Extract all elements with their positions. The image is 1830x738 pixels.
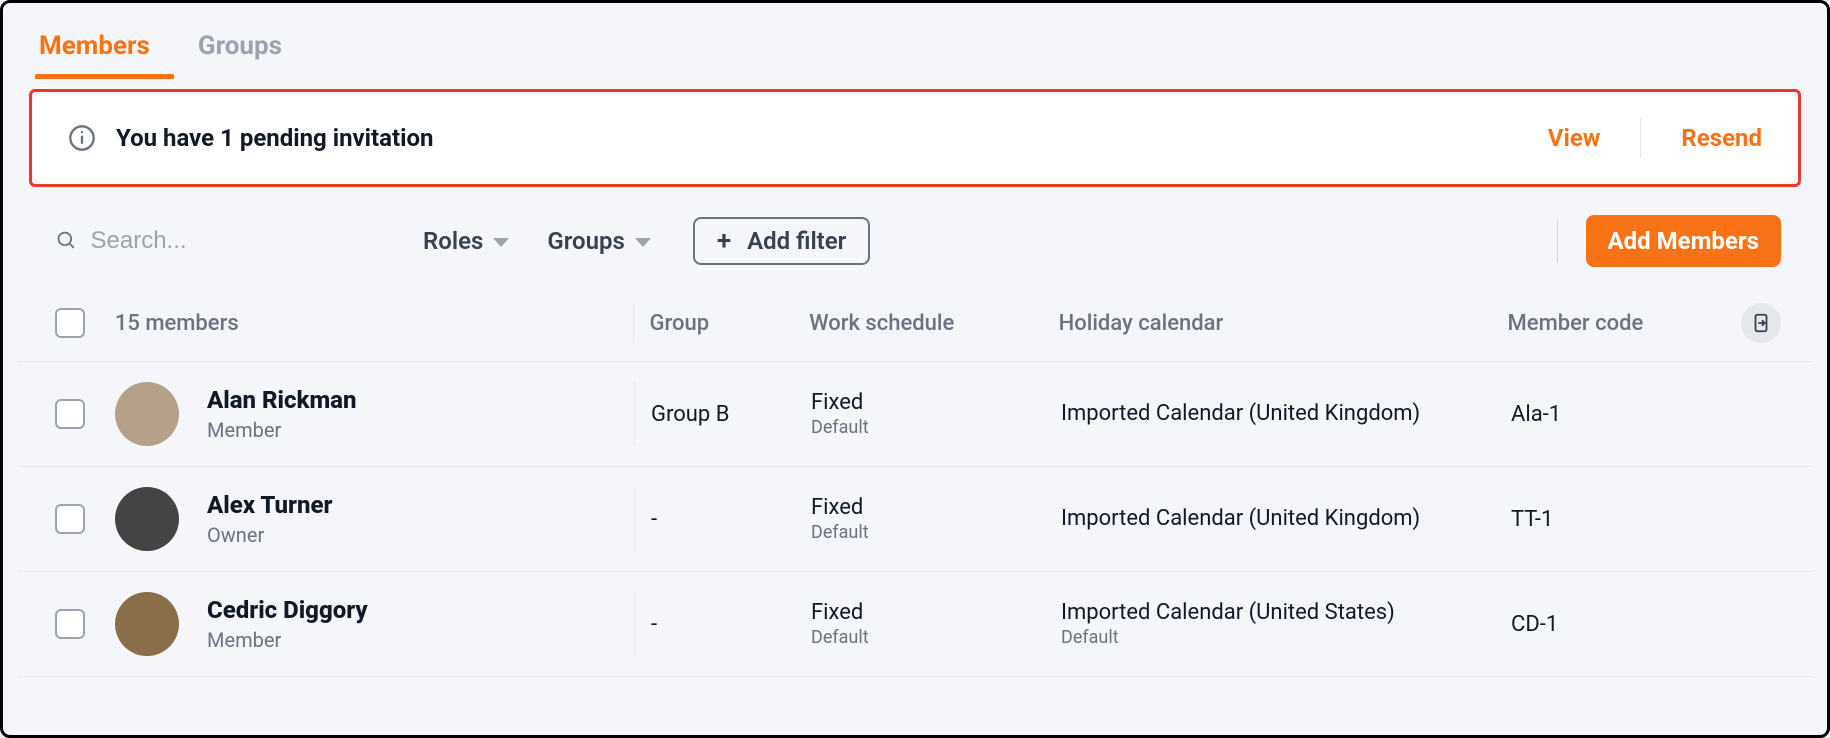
member-count-label: 15 members <box>115 311 239 336</box>
work-schedule-sub: Default <box>811 522 1029 543</box>
work-schedule-sub: Default <box>811 417 1029 438</box>
roles-filter-label: Roles <box>423 227 483 255</box>
table-header: 15 members Group Work schedule Holiday c… <box>19 285 1811 362</box>
table-row[interactable]: Alex Turner Owner - Fixed Default Import… <box>19 467 1811 572</box>
search-container <box>55 227 395 255</box>
avatar <box>115 592 179 656</box>
add-filter-button[interactable]: + Add filter <box>693 217 870 265</box>
groups-filter-label: Groups <box>547 227 624 255</box>
column-header-code: Member code <box>1492 311 1741 336</box>
member-role: Owner <box>207 523 332 547</box>
divider <box>1640 118 1641 158</box>
member-role: Member <box>207 418 356 442</box>
work-schedule-sub: Default <box>811 627 1029 648</box>
member-name: Cedric Diggory <box>207 596 368 624</box>
tab-members[interactable]: Members <box>39 31 150 79</box>
export-button[interactable] <box>1741 303 1781 343</box>
search-input[interactable] <box>91 227 396 255</box>
member-code: CD-1 <box>1511 612 1729 637</box>
resend-invitations-link[interactable]: Resend <box>1681 124 1762 152</box>
work-schedule: Fixed <box>811 495 1029 520</box>
column-header-holiday: Holiday calendar <box>1043 311 1492 336</box>
member-role: Member <box>207 628 368 652</box>
tab-groups[interactable]: Groups <box>198 31 282 79</box>
member-code: Ala-1 <box>1511 402 1729 427</box>
member-group: - <box>651 507 779 532</box>
roles-filter-dropdown[interactable]: Roles <box>413 227 519 255</box>
member-code: TT-1 <box>1511 507 1729 532</box>
member-group: Group B <box>651 402 779 427</box>
member-group: - <box>651 612 779 637</box>
search-icon <box>55 229 77 253</box>
table-row[interactable]: Cedric Diggory Member - Fixed Default Im… <box>19 572 1811 677</box>
row-checkbox[interactable] <box>55 399 85 429</box>
select-all-checkbox[interactable] <box>55 308 85 338</box>
plus-icon: + <box>717 228 731 254</box>
chevron-down-icon <box>493 238 509 247</box>
member-name: Alex Turner <box>207 491 332 519</box>
table-row[interactable]: Alan Rickman Member Group B Fixed Defaul… <box>19 362 1811 467</box>
add-filter-label: Add filter <box>747 227 846 255</box>
row-checkbox[interactable] <box>55 504 85 534</box>
view-invitations-link[interactable]: View <box>1548 124 1601 152</box>
avatar <box>115 382 179 446</box>
column-header-work: Work schedule <box>793 311 1042 336</box>
holiday-calendar: Imported Calendar (United States) <box>1061 600 1479 625</box>
row-checkbox[interactable] <box>55 609 85 639</box>
alert-text: You have 1 pending invitation <box>116 124 1548 152</box>
holiday-calendar: Imported Calendar (United Kingdom) <box>1061 401 1479 426</box>
chevron-down-icon <box>635 238 651 247</box>
pending-invitation-alert: You have 1 pending invitation View Resen… <box>29 89 1801 187</box>
work-schedule: Fixed <box>811 390 1029 415</box>
holiday-calendar: Imported Calendar (United Kingdom) <box>1061 506 1479 531</box>
divider <box>1557 219 1558 263</box>
column-header-group: Group <box>634 311 794 336</box>
groups-filter-dropdown[interactable]: Groups <box>537 227 660 255</box>
work-schedule: Fixed <box>811 600 1029 625</box>
avatar <box>115 487 179 551</box>
info-icon <box>68 124 96 152</box>
holiday-calendar-sub: Default <box>1061 627 1479 648</box>
add-members-button[interactable]: Add Members <box>1586 215 1781 267</box>
member-name: Alan Rickman <box>207 386 356 414</box>
